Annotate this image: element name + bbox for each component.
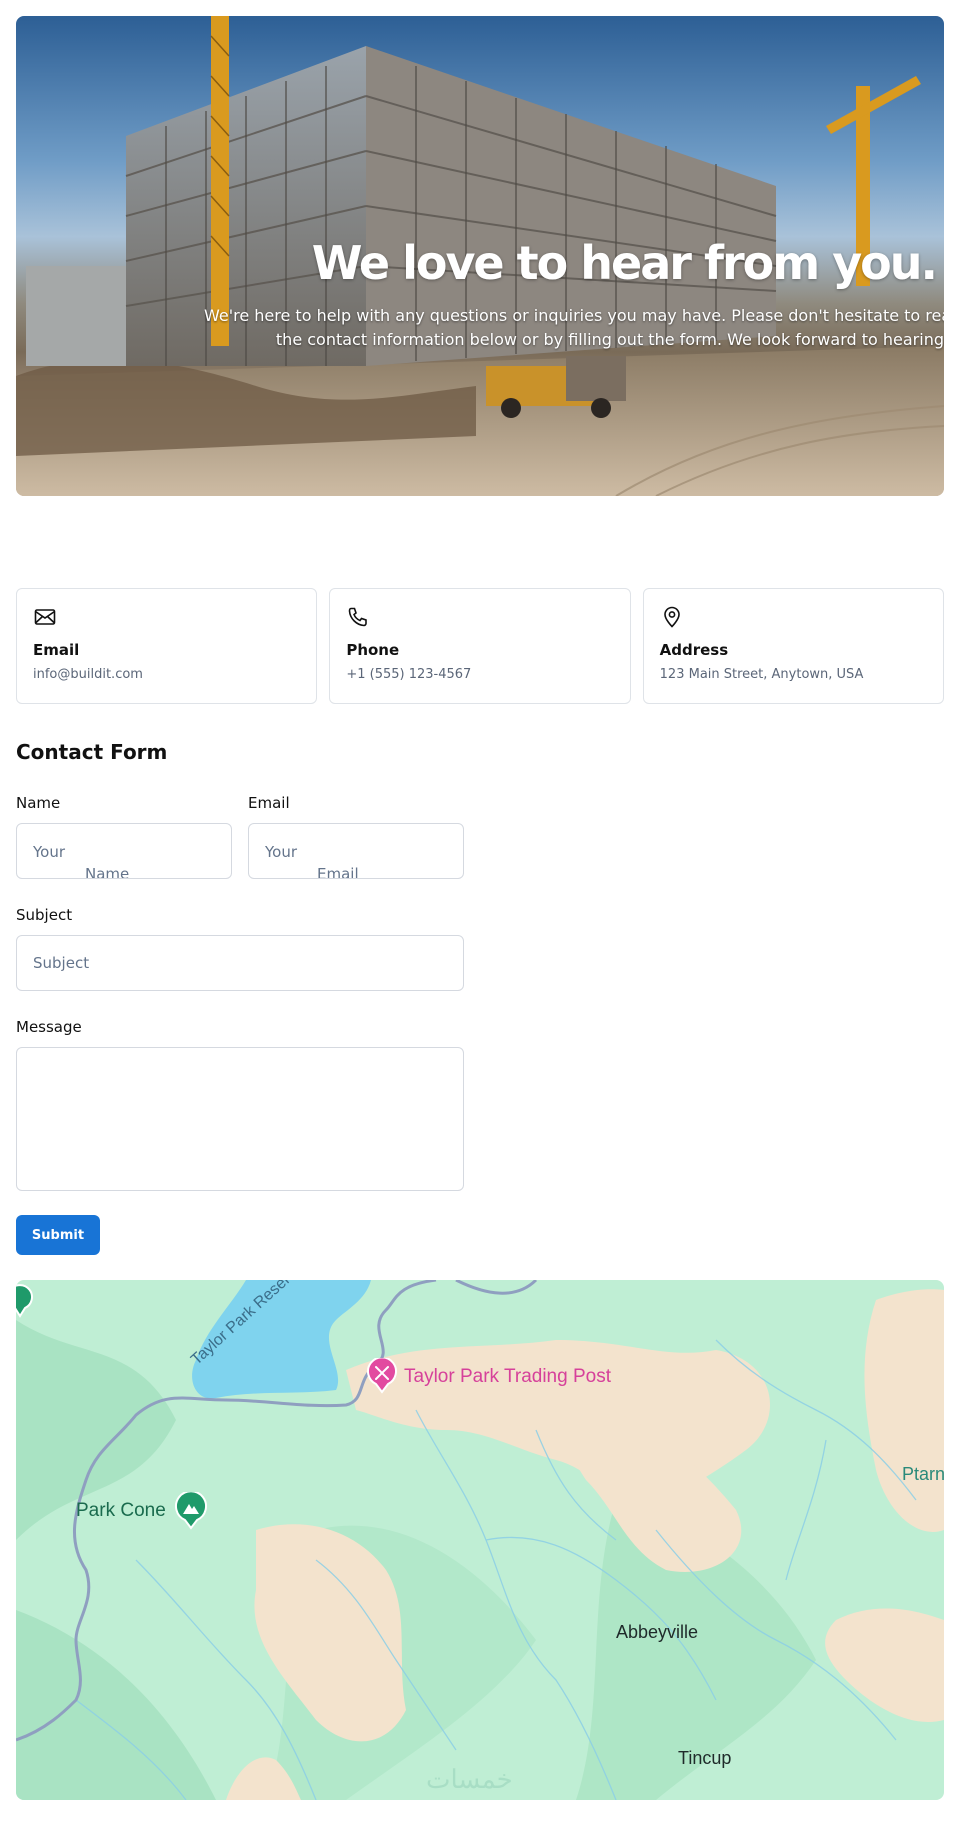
hero-title: We love to hear from you. bbox=[311, 236, 938, 290]
map-label-ptarmigan[interactable]: Ptarn bbox=[902, 1464, 944, 1485]
message-label: Message bbox=[16, 1018, 82, 1036]
shopping-pin-icon[interactable] bbox=[366, 1358, 398, 1394]
email-label: Email bbox=[248, 794, 290, 812]
phone-card: Phone +1 (555) 123-4567 bbox=[329, 588, 631, 704]
phone-card-title: Phone bbox=[346, 641, 400, 659]
map-pin-icon bbox=[663, 606, 680, 628]
location-map[interactable]: Taylor Park Reser Taylor Park Trading Po… bbox=[16, 1280, 944, 1800]
address-card-value: 123 Main Street, Anytown, USA bbox=[659, 667, 864, 682]
contact-info-cards: Email info@buildit.com Phone +1 (555) 12… bbox=[16, 588, 944, 704]
map-label-tincup[interactable]: Tincup bbox=[678, 1748, 731, 1769]
email-placeholder-line-1: Your bbox=[265, 843, 298, 861]
subject-label: Subject bbox=[16, 906, 73, 924]
address-card: Address 123 Main Street, Anytown, USA bbox=[642, 588, 944, 704]
submit-button[interactable]: Submit bbox=[16, 1215, 100, 1255]
email-card-value: info@buildit.com bbox=[33, 667, 143, 682]
hero-description-line-2: the contact information below or by fill… bbox=[275, 330, 944, 349]
contact-form-title: Contact Form bbox=[16, 740, 168, 764]
name-input-placeholder: Your Name bbox=[33, 841, 173, 879]
email-input[interactable]: Your Email bbox=[248, 823, 464, 879]
map-label-abbeyville[interactable]: Abbeyville bbox=[616, 1622, 698, 1643]
mountain-pin-icon[interactable] bbox=[174, 1492, 208, 1530]
name-placeholder-line-1: Your bbox=[33, 843, 66, 861]
subject-input[interactable] bbox=[16, 935, 464, 991]
email-card: Email info@buildit.com bbox=[16, 588, 318, 704]
hero-description-line-1: We're here to help with any questions or… bbox=[204, 306, 944, 325]
name-placeholder-line-2: Name bbox=[85, 865, 130, 879]
park-pin-icon[interactable] bbox=[16, 1284, 34, 1318]
map-terrain bbox=[16, 1280, 944, 1800]
phone-icon bbox=[349, 607, 368, 627]
message-textarea[interactable] bbox=[16, 1047, 464, 1191]
address-card-title: Address bbox=[659, 641, 729, 659]
email-placeholder-line-2: Email bbox=[317, 865, 359, 879]
phone-card-value: +1 (555) 123-4567 bbox=[346, 667, 472, 682]
email-input-placeholder: Your Email bbox=[265, 841, 405, 879]
envelope-icon bbox=[34, 609, 56, 625]
watermark: خمسات bbox=[426, 1764, 513, 1794]
hero-description: We're here to help with any questions or… bbox=[204, 304, 944, 352]
name-input[interactable]: Your Name bbox=[16, 823, 232, 879]
map-label-park-cone[interactable]: Park Cone bbox=[76, 1500, 166, 1522]
map-label-trading-post[interactable]: Taylor Park Trading Post bbox=[404, 1366, 611, 1388]
name-label: Name bbox=[16, 794, 61, 812]
email-card-title: Email bbox=[33, 641, 80, 659]
hero-banner: We love to hear from you. We're here to … bbox=[16, 16, 944, 496]
